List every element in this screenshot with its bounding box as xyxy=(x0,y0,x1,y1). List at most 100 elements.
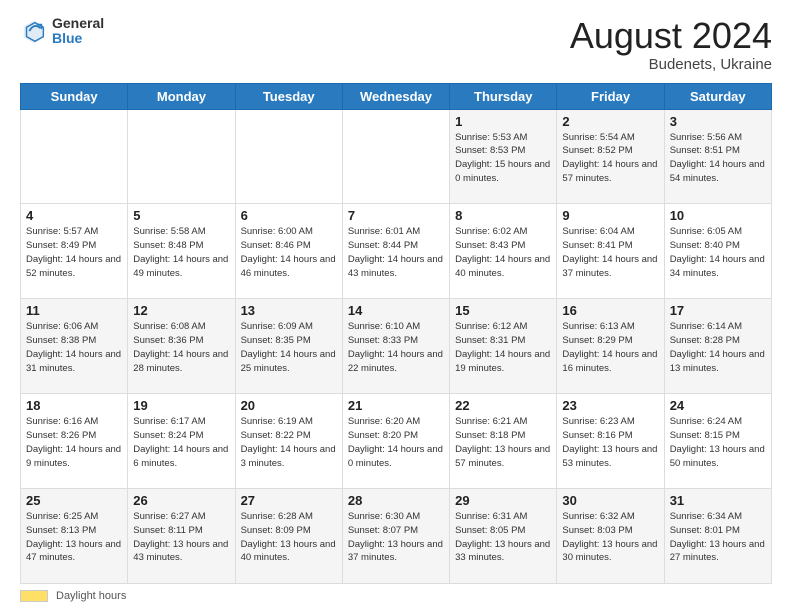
day-number: 9 xyxy=(562,208,658,223)
day-number: 7 xyxy=(348,208,444,223)
day-info: Sunrise: 6:32 AM Sunset: 8:03 PM Dayligh… xyxy=(562,510,658,565)
day-info: Sunrise: 6:01 AM Sunset: 8:44 PM Dayligh… xyxy=(348,225,444,280)
legend-label: Daylight hours xyxy=(56,590,126,602)
day-number: 22 xyxy=(455,398,551,413)
calendar-header-friday: Friday xyxy=(557,83,664,109)
calendar-cell: 3 Sunrise: 5:56 AM Sunset: 8:51 PM Daylig… xyxy=(664,109,771,204)
calendar-cell: 26 Sunrise: 6:27 AM Sunset: 8:11 PM Dayli… xyxy=(128,489,235,584)
footer: Daylight hours xyxy=(20,590,772,602)
day-info: Sunrise: 6:28 AM Sunset: 8:09 PM Dayligh… xyxy=(241,510,337,565)
logo: General Blue xyxy=(20,16,104,47)
calendar-cell: 24Sunrise: 6:24 AM Sunset: 8:15 PM Dayli… xyxy=(664,394,771,489)
calendar-cell xyxy=(235,109,342,204)
day-number: 17 xyxy=(670,303,766,318)
calendar-cell: 15 Sunrise: 6:12 AM Sunset: 8:31 PM Dayli… xyxy=(450,299,557,394)
location: Budenets, Ukraine xyxy=(570,56,772,73)
calendar-header-row: SundayMondayTuesdayWednesdayThursdayFrid… xyxy=(21,83,772,109)
calendar-cell xyxy=(21,109,128,204)
header: General Blue August 2024 Budenets, Ukrai… xyxy=(20,16,772,73)
day-number: 2 xyxy=(562,114,658,129)
calendar-header-monday: Monday xyxy=(128,83,235,109)
day-info: Sunrise: 6:25 AM Sunset: 8:13 PM Dayligh… xyxy=(26,510,122,565)
calendar-cell: 19Sunrise: 6:17 AM Sunset: 8:24 PM Dayli… xyxy=(128,394,235,489)
calendar-header-wednesday: Wednesday xyxy=(342,83,449,109)
day-info: Sunrise: 5:56 AM Sunset: 8:51 PM Dayligh… xyxy=(670,131,766,186)
day-info: Sunrise: 6:14 AM Sunset: 8:28 PM Dayligh… xyxy=(670,320,766,375)
calendar-cell: 18Sunrise: 6:16 AM Sunset: 8:26 PM Dayli… xyxy=(21,394,128,489)
logo-icon xyxy=(20,17,48,45)
day-info: Sunrise: 6:09 AM Sunset: 8:35 PM Dayligh… xyxy=(241,320,337,375)
day-info: Sunrise: 6:04 AM Sunset: 8:41 PM Dayligh… xyxy=(562,225,658,280)
calendar-week-2: 4Sunrise: 5:57 AM Sunset: 8:49 PM Daylig… xyxy=(21,204,772,299)
day-number: 27 xyxy=(241,493,337,508)
calendar-cell: 30 Sunrise: 6:32 AM Sunset: 8:03 PM Dayli… xyxy=(557,489,664,584)
day-info: Sunrise: 6:34 AM Sunset: 8:01 PM Dayligh… xyxy=(670,510,766,565)
legend-box xyxy=(20,590,48,602)
calendar-cell: 25 Sunrise: 6:25 AM Sunset: 8:13 PM Dayli… xyxy=(21,489,128,584)
calendar-cell: 9 Sunrise: 6:04 AM Sunset: 8:41 PM Daylig… xyxy=(557,204,664,299)
calendar-cell: 22 Sunrise: 6:21 AM Sunset: 8:18 PM Dayli… xyxy=(450,394,557,489)
day-number: 20 xyxy=(241,398,337,413)
day-number: 30 xyxy=(562,493,658,508)
day-info: Sunrise: 6:23 AM Sunset: 8:16 PM Dayligh… xyxy=(562,415,658,470)
calendar-cell xyxy=(128,109,235,204)
day-info: Sunrise: 6:02 AM Sunset: 8:43 PM Dayligh… xyxy=(455,225,551,280)
calendar-table: SundayMondayTuesdayWednesdayThursdayFrid… xyxy=(20,83,772,584)
calendar-cell: 31Sunrise: 6:34 AM Sunset: 8:01 PM Dayli… xyxy=(664,489,771,584)
calendar-week-1: 1Sunrise: 5:53 AM Sunset: 8:53 PM Daylig… xyxy=(21,109,772,204)
calendar-header-tuesday: Tuesday xyxy=(235,83,342,109)
calendar-cell: 21Sunrise: 6:20 AM Sunset: 8:20 PM Dayli… xyxy=(342,394,449,489)
day-number: 12 xyxy=(133,303,229,318)
day-info: Sunrise: 6:12 AM Sunset: 8:31 PM Dayligh… xyxy=(455,320,551,375)
day-info: Sunrise: 6:19 AM Sunset: 8:22 PM Dayligh… xyxy=(241,415,337,470)
calendar-cell: 6Sunrise: 6:00 AM Sunset: 8:46 PM Daylig… xyxy=(235,204,342,299)
calendar-cell: 16 Sunrise: 6:13 AM Sunset: 8:29 PM Dayli… xyxy=(557,299,664,394)
calendar-cell: 23Sunrise: 6:23 AM Sunset: 8:16 PM Dayli… xyxy=(557,394,664,489)
logo-blue: Blue xyxy=(52,31,104,46)
day-info: Sunrise: 6:31 AM Sunset: 8:05 PM Dayligh… xyxy=(455,510,551,565)
day-number: 15 xyxy=(455,303,551,318)
month-title: August 2024 xyxy=(570,16,772,56)
calendar-cell: 10 Sunrise: 6:05 AM Sunset: 8:40 PM Dayli… xyxy=(664,204,771,299)
calendar-cell: 4Sunrise: 5:57 AM Sunset: 8:49 PM Daylig… xyxy=(21,204,128,299)
calendar-cell: 28 Sunrise: 6:30 AM Sunset: 8:07 PM Dayli… xyxy=(342,489,449,584)
calendar-cell: 1Sunrise: 5:53 AM Sunset: 8:53 PM Daylig… xyxy=(450,109,557,204)
calendar-cell: 8 Sunrise: 6:02 AM Sunset: 8:43 PM Daylig… xyxy=(450,204,557,299)
calendar-cell: 29Sunrise: 6:31 AM Sunset: 8:05 PM Dayli… xyxy=(450,489,557,584)
calendar-cell: 13Sunrise: 6:09 AM Sunset: 8:35 PM Dayli… xyxy=(235,299,342,394)
day-number: 26 xyxy=(133,493,229,508)
day-info: Sunrise: 6:00 AM Sunset: 8:46 PM Dayligh… xyxy=(241,225,337,280)
logo-text: General Blue xyxy=(52,16,104,47)
day-number: 18 xyxy=(26,398,122,413)
day-info: Sunrise: 6:05 AM Sunset: 8:40 PM Dayligh… xyxy=(670,225,766,280)
day-number: 16 xyxy=(562,303,658,318)
day-info: Sunrise: 6:06 AM Sunset: 8:38 PM Dayligh… xyxy=(26,320,122,375)
day-info: Sunrise: 6:10 AM Sunset: 8:33 PM Dayligh… xyxy=(348,320,444,375)
logo-general: General xyxy=(52,16,104,31)
day-info: Sunrise: 5:54 AM Sunset: 8:52 PM Dayligh… xyxy=(562,131,658,186)
calendar-cell: 14 Sunrise: 6:10 AM Sunset: 8:33 PM Dayli… xyxy=(342,299,449,394)
page: General Blue August 2024 Budenets, Ukrai… xyxy=(0,0,792,612)
day-info: Sunrise: 5:53 AM Sunset: 8:53 PM Dayligh… xyxy=(455,131,551,186)
day-number: 3 xyxy=(670,114,766,129)
calendar-cell: 12 Sunrise: 6:08 AM Sunset: 8:36 PM Dayli… xyxy=(128,299,235,394)
calendar-week-5: 25 Sunrise: 6:25 AM Sunset: 8:13 PM Dayli… xyxy=(21,489,772,584)
calendar-cell: 20 Sunrise: 6:19 AM Sunset: 8:22 PM Dayli… xyxy=(235,394,342,489)
day-info: Sunrise: 6:08 AM Sunset: 8:36 PM Dayligh… xyxy=(133,320,229,375)
day-info: Sunrise: 6:30 AM Sunset: 8:07 PM Dayligh… xyxy=(348,510,444,565)
calendar-cell: 11Sunrise: 6:06 AM Sunset: 8:38 PM Dayli… xyxy=(21,299,128,394)
day-info: Sunrise: 6:27 AM Sunset: 8:11 PM Dayligh… xyxy=(133,510,229,565)
day-number: 19 xyxy=(133,398,229,413)
calendar-cell: 17 Sunrise: 6:14 AM Sunset: 8:28 PM Dayli… xyxy=(664,299,771,394)
day-number: 10 xyxy=(670,208,766,223)
day-info: Sunrise: 6:13 AM Sunset: 8:29 PM Dayligh… xyxy=(562,320,658,375)
day-info: Sunrise: 6:20 AM Sunset: 8:20 PM Dayligh… xyxy=(348,415,444,470)
day-number: 24 xyxy=(670,398,766,413)
day-number: 14 xyxy=(348,303,444,318)
day-info: Sunrise: 6:21 AM Sunset: 8:18 PM Dayligh… xyxy=(455,415,551,470)
day-number: 25 xyxy=(26,493,122,508)
day-number: 28 xyxy=(348,493,444,508)
calendar-cell: 7 Sunrise: 6:01 AM Sunset: 8:44 PM Daylig… xyxy=(342,204,449,299)
day-number: 8 xyxy=(455,208,551,223)
calendar-cell xyxy=(342,109,449,204)
